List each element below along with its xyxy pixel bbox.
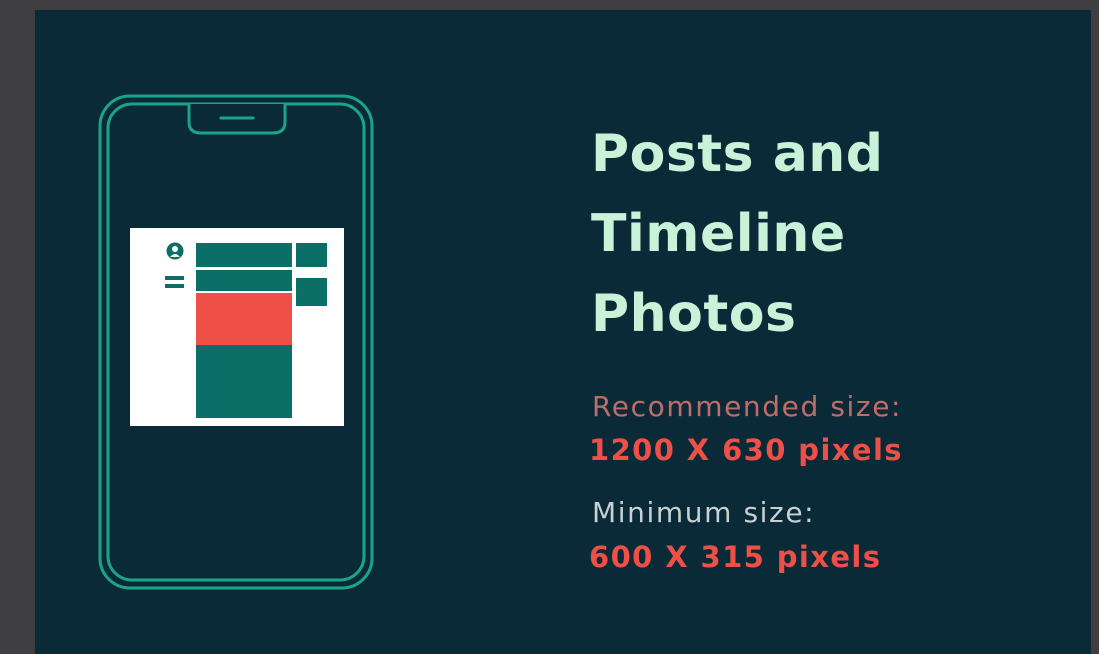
post-subheader-side — [296, 278, 327, 306]
smartphone-illustration — [98, 94, 374, 590]
page-title: Posts and Timeline Photos — [591, 114, 884, 354]
recommended-size-value: 1200 X 630 pixels — [589, 433, 903, 467]
title-line-2: Timeline — [591, 204, 846, 264]
post-subheader-bar — [196, 270, 292, 291]
post-header-bar — [196, 243, 292, 267]
user-avatar-icon — [166, 242, 184, 260]
title-line-3: Photos — [591, 284, 797, 344]
title-line-1: Posts and — [591, 124, 884, 184]
infographic-card: Posts and Timeline Photos Recommended si… — [35, 10, 1091, 654]
recommended-size-label: Recommended size: — [592, 390, 903, 423]
post-image-block — [196, 345, 292, 418]
minimum-size-label: Minimum size: — [592, 496, 816, 529]
post-image-highlight — [196, 293, 292, 345]
minimum-size-value: 600 X 315 pixels — [589, 540, 882, 574]
post-header-side — [296, 243, 327, 267]
